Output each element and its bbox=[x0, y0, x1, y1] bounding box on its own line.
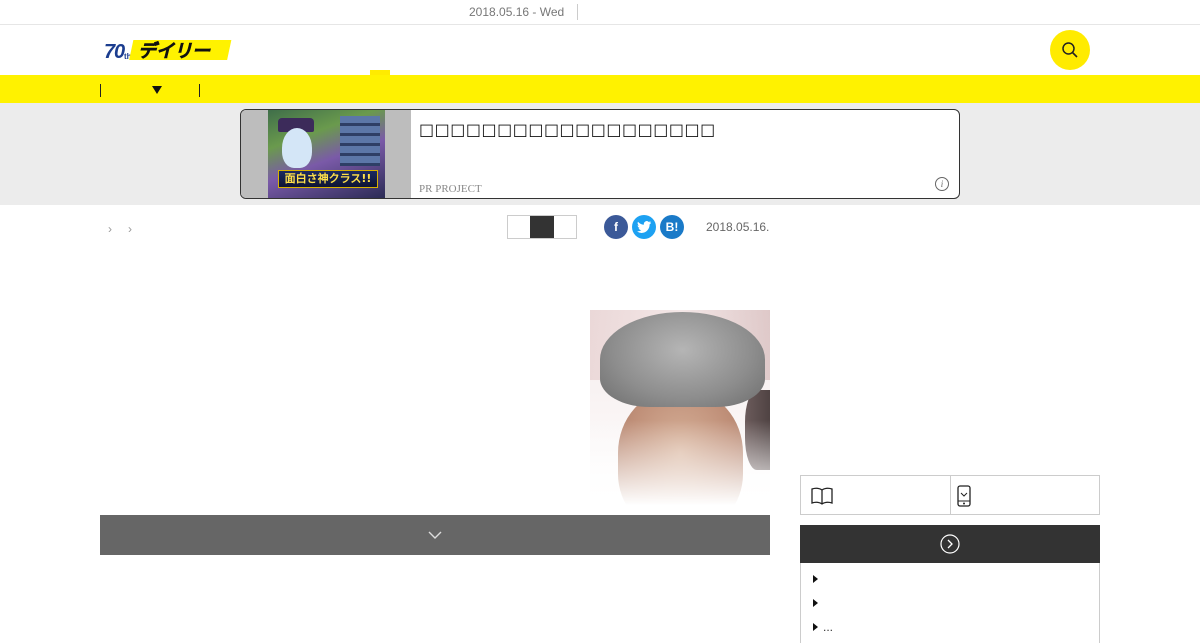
ranking-list: ... bbox=[800, 563, 1100, 643]
date-divider bbox=[577, 4, 578, 20]
list-item[interactable]: ... bbox=[813, 620, 1073, 634]
mobile-app-button[interactable] bbox=[950, 476, 1099, 514]
search-button[interactable] bbox=[1050, 30, 1090, 70]
daily-logo-icon: 7 0 th デイリー bbox=[104, 40, 232, 63]
photo-hair bbox=[600, 312, 765, 407]
site-header: 7 0 th デイリー bbox=[0, 25, 1200, 75]
list-item[interactable] bbox=[813, 596, 1073, 610]
article-photo[interactable]: HI bbox=[590, 310, 770, 515]
ad-sponsor: PR PROJECT bbox=[419, 183, 482, 195]
arrow-circle-right-icon bbox=[940, 534, 960, 554]
current-date: 2018.05.16 - Wed bbox=[469, 5, 565, 19]
ad-image-panel bbox=[340, 116, 380, 166]
ad-image[interactable]: 面白さ神クラス!! bbox=[268, 110, 385, 198]
breadcrumb-chevron-icon: › bbox=[108, 222, 112, 236]
list-item-label: ... bbox=[823, 620, 834, 634]
site-logo[interactable]: 7 0 th デイリー bbox=[104, 37, 234, 63]
twitter-bird-icon bbox=[637, 221, 651, 233]
ad-title[interactable]: □□□□□□□□□□□□□□□□□□□ bbox=[419, 120, 716, 139]
open-book-icon bbox=[811, 487, 833, 505]
font-size-medium-button[interactable] bbox=[530, 216, 554, 238]
nav-divider bbox=[100, 84, 101, 97]
date-bar: 2018.05.16 - Wed bbox=[0, 0, 1200, 25]
list-item[interactable] bbox=[813, 572, 1073, 586]
photo-fade bbox=[590, 420, 770, 515]
ad-strip: 面白さ神クラス!! □□□□□□□□□□□□□□□□□□□ PR PROJECT… bbox=[0, 103, 1200, 205]
ad-image-banner-text: 面白さ神クラス!! bbox=[278, 170, 378, 188]
svg-text:デイリー: デイリー bbox=[138, 41, 211, 62]
sidebar-buttons bbox=[800, 475, 1100, 515]
ad-banner[interactable]: 面白さ神クラス!! □□□□□□□□□□□□□□□□□□□ PR PROJECT… bbox=[240, 109, 960, 199]
nav-divider bbox=[199, 84, 200, 97]
twitter-share-button[interactable] bbox=[632, 215, 656, 239]
main-nav bbox=[0, 75, 1200, 103]
nav-dropdown-caret-icon[interactable] bbox=[152, 86, 162, 94]
ranking-header[interactable] bbox=[800, 525, 1100, 563]
ad-image-subtitle bbox=[290, 161, 370, 169]
smartphone-icon bbox=[957, 485, 971, 507]
hatena-bookmark-button[interactable]: B! bbox=[660, 215, 684, 239]
chevron-down-icon bbox=[428, 531, 442, 539]
breadcrumb-chevron-icon: › bbox=[128, 222, 132, 236]
digital-paper-button[interactable] bbox=[801, 476, 950, 514]
facebook-share-button[interactable]: f bbox=[604, 215, 628, 239]
article-date: 2018.05.16. bbox=[706, 220, 770, 234]
bullet-triangle-icon bbox=[813, 575, 818, 583]
read-more-bar[interactable] bbox=[100, 515, 770, 555]
search-icon bbox=[1062, 42, 1078, 58]
ad-info-icon[interactable]: i bbox=[935, 177, 949, 191]
font-size-selector[interactable] bbox=[507, 215, 577, 239]
bullet-triangle-icon bbox=[813, 599, 818, 607]
